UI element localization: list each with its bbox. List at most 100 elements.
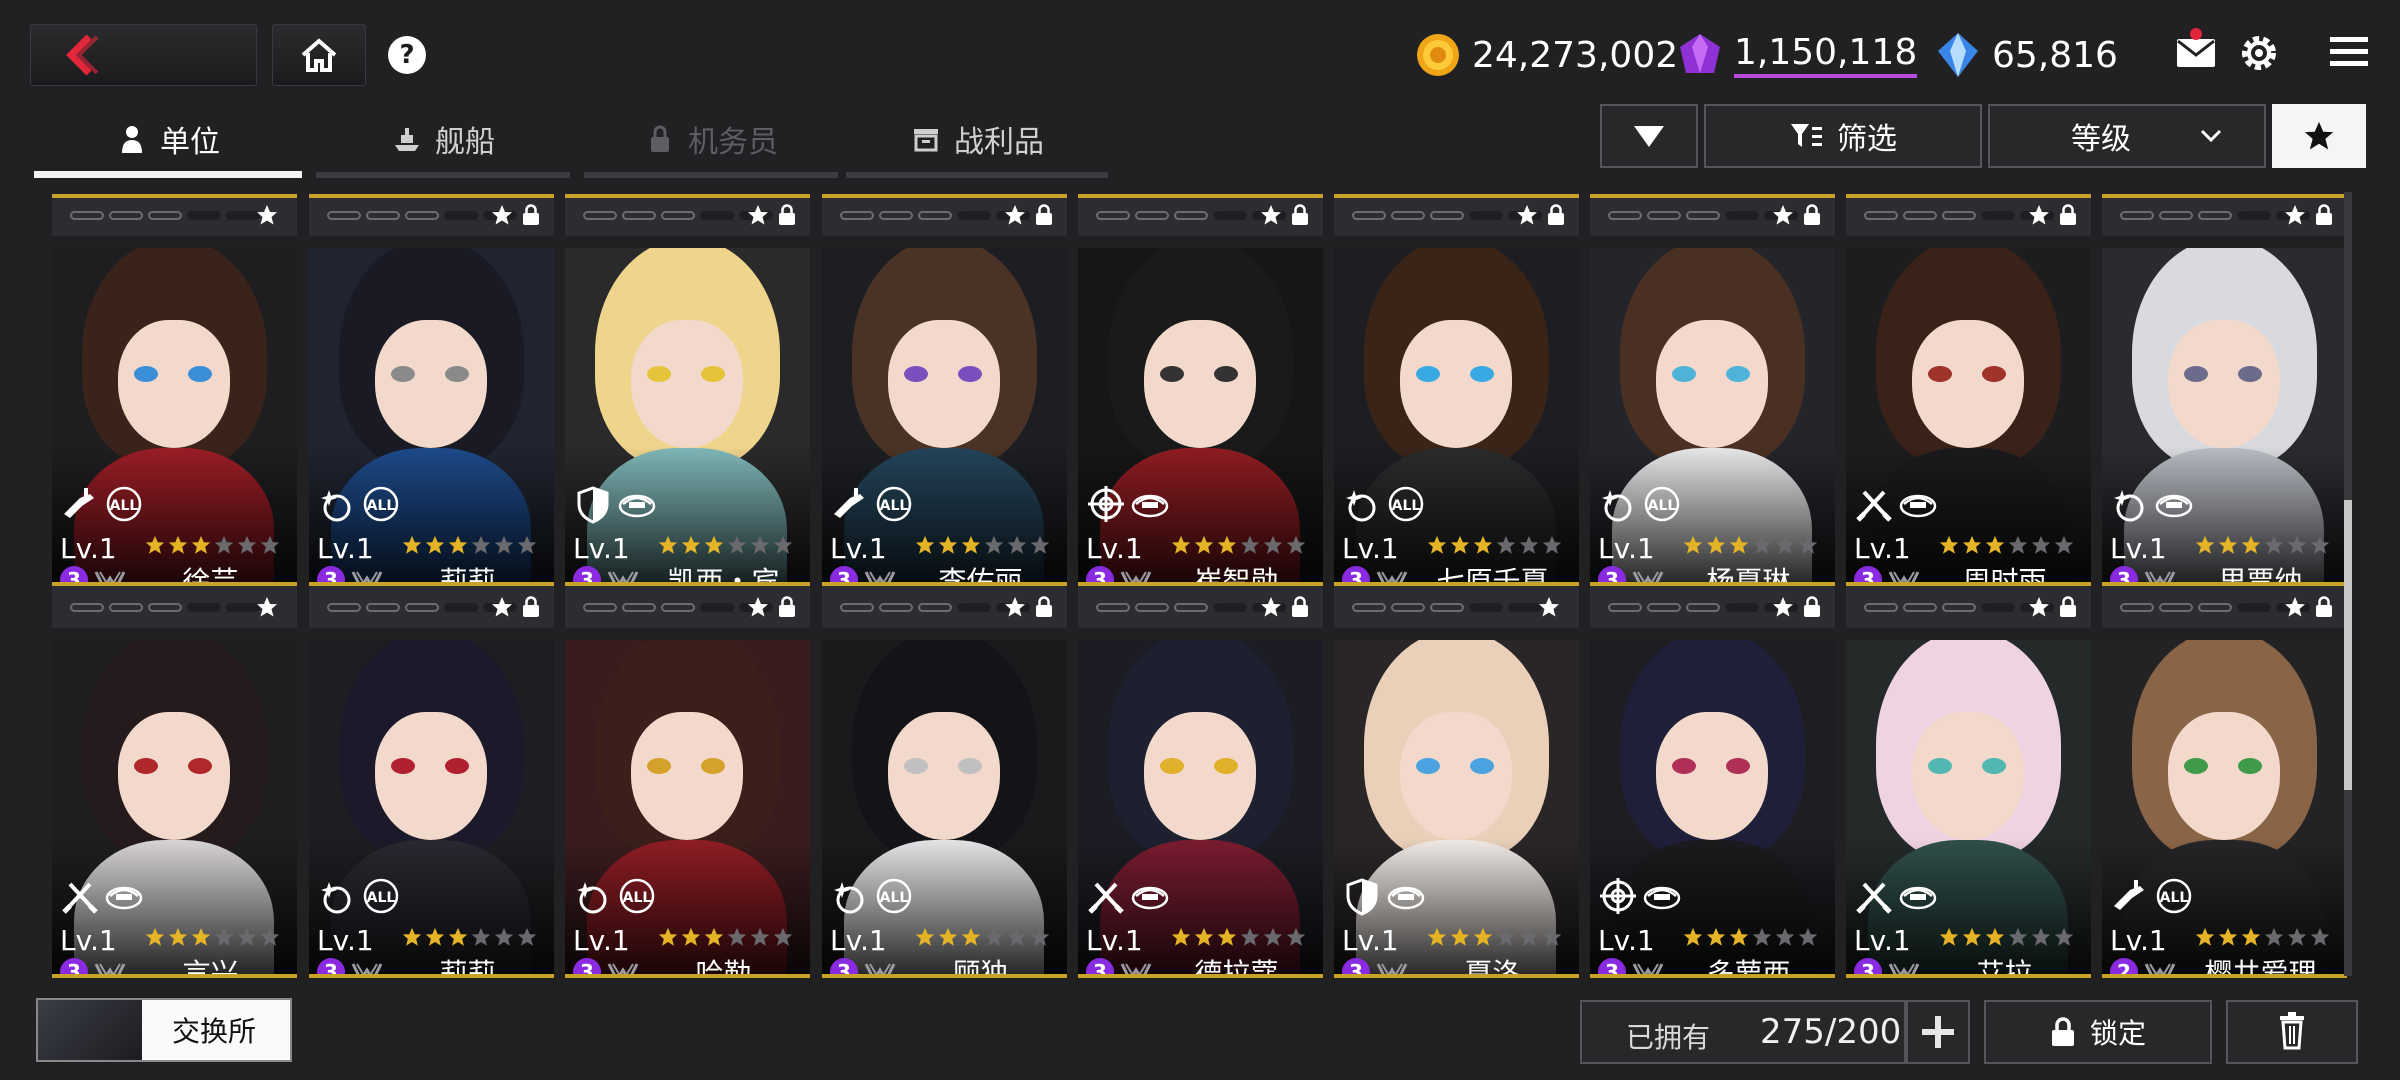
lock-icon[interactable] <box>2315 204 2333 226</box>
favorite-star-icon[interactable] <box>255 595 279 619</box>
expand-capacity-button[interactable] <box>1906 1000 1970 1064</box>
owned-label: 已拥有 <box>1626 1021 1711 1054</box>
lock-icon[interactable] <box>778 204 796 226</box>
unit-card[interactable]: ALL Lv.1 3 莉莉 <box>309 586 554 978</box>
lock-icon <box>2051 1017 2074 1046</box>
unit-level: Lv.1 <box>573 532 630 565</box>
favorite-star-icon[interactable] <box>746 203 770 227</box>
unit-card[interactable]: ALL Lv.1 3 莉莉 <box>309 194 554 586</box>
favorite-star-icon[interactable] <box>255 203 279 227</box>
back-button[interactable] <box>30 24 257 86</box>
card-header <box>309 194 554 236</box>
unit-card[interactable]: ALL Lv.1 3 七原千夏 <box>1334 194 1579 586</box>
lock-icon[interactable] <box>522 596 540 618</box>
favorite-star-icon[interactable] <box>2283 203 2307 227</box>
unit-card[interactable]: Lv.1 3 德拉蔻 <box>1078 586 1323 978</box>
sort-select[interactable]: 等级 <box>1988 104 2266 168</box>
role-sparkle-icon <box>577 882 607 914</box>
unit-card[interactable]: Lv.1 3 多萝西 <box>1590 586 1835 978</box>
lock-icon[interactable] <box>2059 596 2077 618</box>
unit-portrait: ALL Lv.1 3 杨夏琳 <box>1590 248 1835 586</box>
menu-icon[interactable] <box>2330 36 2368 68</box>
sort-order-button[interactable] <box>1600 104 1698 168</box>
lock-icon[interactable] <box>522 204 540 226</box>
favorite-star-icon[interactable] <box>746 595 770 619</box>
tab-loot[interactable]: 战利品 <box>846 100 1108 178</box>
unit-card[interactable]: Lv.1 3 里贾纳 <box>2102 194 2347 586</box>
lock-icon[interactable] <box>778 596 796 618</box>
tab-units[interactable]: 单位 <box>34 100 302 178</box>
card-header <box>2102 586 2347 628</box>
favorite-star-icon[interactable] <box>1515 203 1539 227</box>
help-icon[interactable]: ? <box>388 36 426 74</box>
favorite-star-icon[interactable] <box>1003 595 1027 619</box>
unit-level: Lv.1 <box>2110 924 2167 957</box>
target-all-icon: ALL <box>363 878 399 914</box>
lock-icon[interactable] <box>1291 596 1309 618</box>
unit-card[interactable]: Lv.1 3 周时雨 <box>1846 194 2091 586</box>
target-ground-icon <box>1131 494 1169 518</box>
lock-icon[interactable] <box>1547 204 1565 226</box>
lock-icon[interactable] <box>1803 596 1821 618</box>
favorite-filter-button[interactable] <box>2272 104 2366 168</box>
role-rifle-icon <box>834 488 864 518</box>
tab-mechanics[interactable]: 机务员 <box>584 100 838 178</box>
delete-button[interactable] <box>2226 1000 2358 1064</box>
exchange-button[interactable]: 交换所 <box>36 998 292 1062</box>
unit-card[interactable]: ALL Lv.1 3 顾独 <box>822 586 1067 978</box>
lock-icon[interactable] <box>1803 204 1821 226</box>
unit-card[interactable]: Lv.1 3 夏洛 <box>1334 586 1579 978</box>
tab-loot-label: 战利品 <box>954 125 1044 160</box>
favorite-star-icon[interactable] <box>1259 595 1283 619</box>
unit-level: Lv.1 <box>60 924 117 957</box>
lock-icon[interactable] <box>2315 596 2333 618</box>
unit-card[interactable]: ALL Lv.1 3 李佑丽 <box>822 194 1067 586</box>
home-button[interactable] <box>272 24 366 86</box>
role-shield-icon <box>577 486 609 524</box>
role-sparkle-icon <box>834 882 864 914</box>
favorite-star-icon[interactable] <box>490 203 514 227</box>
unit-portrait: Lv.1 3 夏洛 <box>1334 640 1579 978</box>
exp-pips <box>70 603 260 612</box>
gear-icon[interactable] <box>2238 32 2280 74</box>
gold-currency: 24,273,002 <box>1414 30 1678 80</box>
favorite-star-icon[interactable] <box>1771 203 1795 227</box>
unit-level: Lv.1 <box>1854 924 1911 957</box>
tab-ships[interactable]: 舰船 <box>316 100 570 178</box>
star-rating <box>1426 926 1563 948</box>
unit-portrait: Lv.1 3 言兴 <box>52 640 297 978</box>
star-rating <box>1170 926 1307 948</box>
lock-icon[interactable] <box>2059 204 2077 226</box>
exp-pips <box>1352 603 1542 612</box>
scrollbar-thumb[interactable] <box>2344 500 2352 790</box>
favorite-star-icon[interactable] <box>1259 203 1283 227</box>
unit-card[interactable]: Lv.1 3 言兴 <box>52 586 297 978</box>
unit-card[interactable]: ALL Lv.1 2 樱井爱理 <box>2102 586 2347 978</box>
favorite-star-icon[interactable] <box>1537 595 1561 619</box>
favorite-star-icon[interactable] <box>2027 595 2051 619</box>
lock-icon[interactable] <box>1035 204 1053 226</box>
target-all-icon: ALL <box>876 486 912 522</box>
lock-button[interactable]: 锁定 <box>1984 1000 2212 1064</box>
unit-card[interactable]: ALL Lv.1 3 杨夏琳 <box>1590 194 1835 586</box>
unit-card[interactable]: Lv.1 3 凯西・宾 <box>565 194 810 586</box>
purple-gem-icon <box>1680 34 1720 73</box>
favorite-star-icon[interactable] <box>2283 595 2307 619</box>
card-header <box>822 586 1067 628</box>
role-sparkle-icon <box>1346 490 1376 522</box>
unit-card[interactable]: ALL Lv.1 3 哈勒 <box>565 586 810 978</box>
filter-button[interactable]: 筛选 <box>1704 104 1982 168</box>
favorite-star-icon[interactable] <box>490 595 514 619</box>
lock-icon[interactable] <box>1291 204 1309 226</box>
favorite-star-icon[interactable] <box>1771 595 1795 619</box>
unit-card[interactable]: Lv.1 3 艾拉 <box>1846 586 2091 978</box>
star-rating <box>401 534 538 556</box>
favorite-star-icon[interactable] <box>1003 203 1027 227</box>
favorite-star-icon[interactable] <box>2027 203 2051 227</box>
mail-icon[interactable] <box>2176 38 2216 68</box>
unit-card[interactable]: Lv.1 3 崔智勋 <box>1078 194 1323 586</box>
lock-icon[interactable] <box>1035 596 1053 618</box>
unit-portrait: ALL Lv.1 3 徐芸 <box>52 248 297 586</box>
svg-text:ALL: ALL <box>1648 498 1677 514</box>
unit-card[interactable]: ALL Lv.1 3 徐芸 <box>52 194 297 586</box>
